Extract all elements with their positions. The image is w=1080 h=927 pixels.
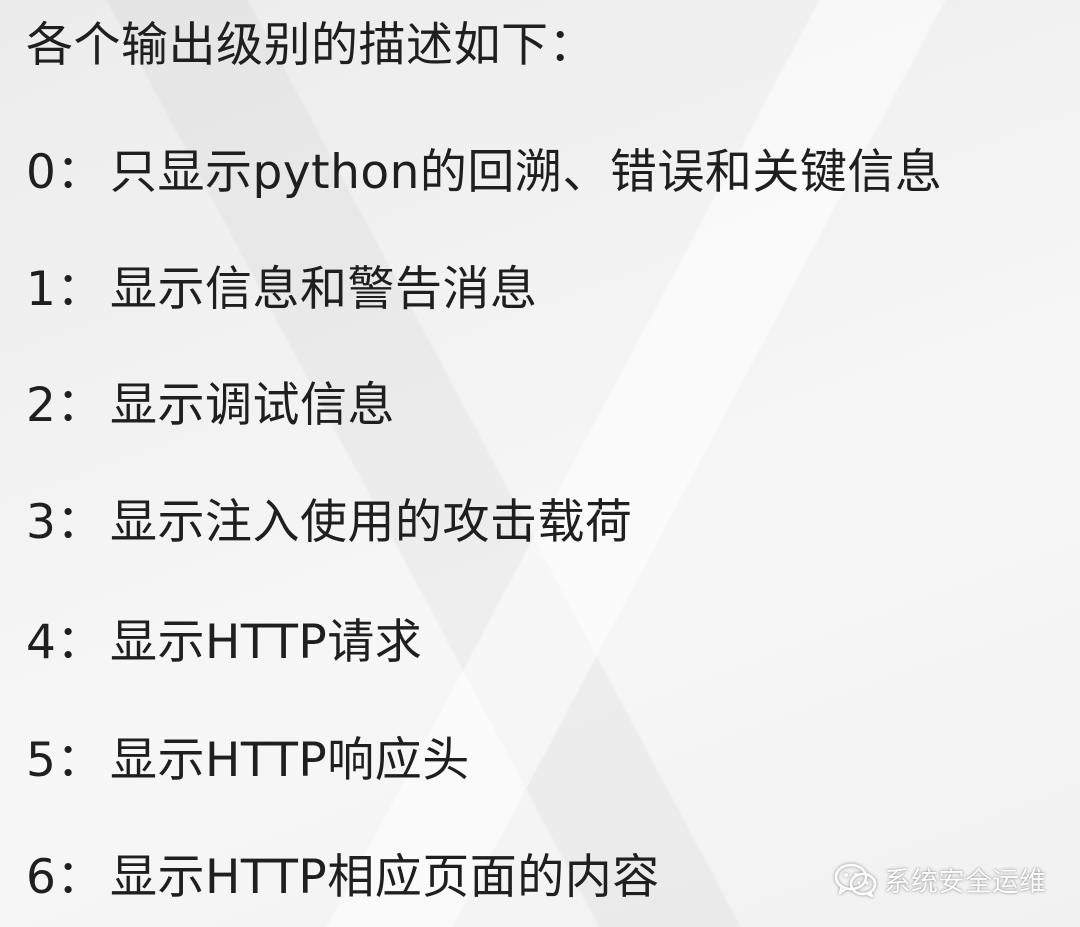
wechat-icon — [834, 863, 877, 897]
level-number: 6： — [26, 850, 104, 905]
watermark: 系统安全运维 — [834, 860, 1046, 899]
level-6-line: 6： 显示HTTP相应页面的内容 — [26, 850, 660, 906]
level-number: 1： — [26, 262, 104, 317]
level-1-line: 1： 显示信息和警告消息 — [26, 262, 538, 318]
level-2-line: 2： 显示调试信息 — [26, 378, 395, 434]
level-number: 5： — [26, 733, 104, 788]
level-description: 显示调试信息 — [110, 378, 395, 433]
level-number: 0： — [26, 145, 104, 200]
level-3-line: 3： 显示注入使用的攻击载荷 — [26, 495, 633, 551]
level-number: 2： — [26, 378, 104, 433]
level-description: 显示HTTP相应页面的内容 — [110, 850, 660, 905]
page-heading: 各个输出级别的描述如下： — [26, 18, 596, 73]
level-description: 显示HTTP请求 — [110, 615, 423, 670]
watermark-text: 系统安全运维 — [884, 867, 1046, 898]
level-description: 显示信息和警告消息 — [110, 262, 538, 317]
level-4-line: 4： 显示HTTP请求 — [26, 615, 422, 671]
level-number: 4： — [26, 615, 104, 670]
level-number: 3： — [26, 495, 104, 550]
level-description: 只显示python的回溯、错误和关键信息 — [110, 145, 943, 200]
level-description: 显示HTTP响应头 — [110, 733, 470, 788]
level-5-line: 5： 显示HTTP响应头 — [26, 733, 470, 789]
level-description: 显示注入使用的攻击载荷 — [110, 495, 633, 550]
document: 各个输出级别的描述如下： 0： 只显示python的回溯、错误和关键信息 1： 显示… — [0, 0, 1080, 927]
level-0-line: 0： 只显示python的回溯、错误和关键信息 — [26, 145, 942, 201]
